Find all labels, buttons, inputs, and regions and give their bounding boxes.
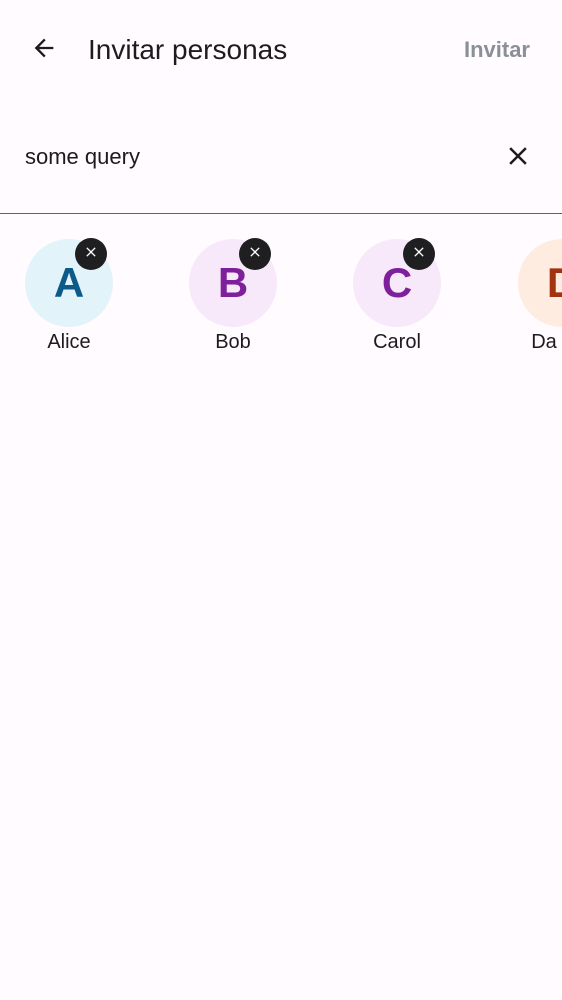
- selected-person-chip[interactable]: A Alice: [0, 226, 144, 366]
- page-title: Invitar personas: [88, 34, 288, 65]
- back-button[interactable]: [22, 28, 66, 72]
- selected-person-chip[interactable]: D Da: [487, 226, 562, 366]
- person-name: Carol: [373, 331, 421, 353]
- search-bar: [0, 112, 562, 214]
- arrow-back-icon: [30, 34, 58, 67]
- person-name: Bob: [215, 331, 251, 353]
- top-app-bar: Invitar personas Invitar: [0, 0, 562, 100]
- avatar-initial: B: [217, 259, 249, 306]
- selected-people-list: A Alice B Bob C Carol Da: [0, 226, 562, 376]
- remove-circle-icon: [411, 244, 427, 265]
- remove-person-button[interactable]: [75, 238, 107, 270]
- avatar: D: [518, 239, 562, 327]
- search-input[interactable]: [25, 140, 465, 174]
- selected-person-chip[interactable]: B Bob: [158, 226, 308, 366]
- remove-person-button[interactable]: [403, 238, 435, 270]
- avatar-initial: D: [547, 259, 562, 307]
- avatar-initial: A: [53, 259, 85, 306]
- remove-circle-icon: [247, 244, 263, 265]
- clear-search-button[interactable]: [496, 136, 540, 180]
- close-icon: [503, 141, 533, 176]
- remove-person-button[interactable]: [239, 238, 271, 270]
- person-name: Da: [531, 331, 557, 353]
- selected-person-chip[interactable]: C Carol: [322, 226, 472, 366]
- avatar-initial: C: [381, 259, 413, 306]
- remove-circle-icon: [83, 244, 99, 265]
- invite-button[interactable]: Invitar: [464, 34, 530, 66]
- person-name: Alice: [47, 331, 91, 353]
